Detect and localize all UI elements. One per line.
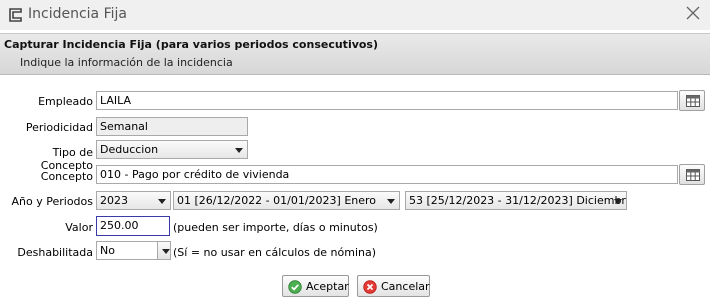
accept-button[interactable]: Aceptar <box>282 275 349 297</box>
valor-input[interactable]: 250.00 <box>96 216 170 236</box>
deshabilitada-dropdown-button[interactable] <box>157 241 171 260</box>
lookup-table-icon <box>686 95 700 107</box>
app-bracket-icon <box>9 8 22 22</box>
tipo-concepto-select[interactable]: Deduccion <box>96 140 248 159</box>
year-select[interactable]: 2023 <box>96 191 171 210</box>
valor-label: Valor <box>65 221 93 234</box>
lookup-table-icon <box>686 169 700 181</box>
concepto-lookup-button[interactable] <box>679 164 705 185</box>
year-value: 2023 <box>100 194 128 207</box>
anio-periodos-label: Año y Periodos <box>11 195 94 208</box>
title-bar: Incidencia Fija <box>0 0 710 30</box>
accept-label: Aceptar <box>306 280 349 293</box>
check-circle-icon <box>288 280 302 294</box>
deshabilitada-combo[interactable]: No <box>96 241 158 260</box>
period-end-value: 53 [25/12/2023 - 31/12/2023] Diciembre <box>409 194 627 207</box>
dialog-header-title: Capturar Incidencia Fija (para varios pe… <box>4 38 379 51</box>
deshabilitada-label: Deshabilitada <box>17 246 93 259</box>
dialog-header: Capturar Incidencia Fija (para varios pe… <box>0 33 710 75</box>
chevron-down-icon <box>162 249 170 254</box>
close-icon[interactable] <box>686 6 700 20</box>
cancel-circle-icon <box>363 280 377 294</box>
tipo-concepto-value: Deduccion <box>100 143 159 156</box>
tipo-concepto-label: Tipo de Concepto <box>40 146 93 172</box>
periodicidad-label: Periodicidad <box>25 121 93 134</box>
period-start-value: 01 [26/12/2022 - 01/01/2023] Enero <box>177 194 377 207</box>
chevron-down-icon <box>614 199 622 204</box>
chevron-down-icon <box>235 148 243 153</box>
deshabilitada-hint: (Sí = no usar en cálculos de nómina) <box>173 246 377 259</box>
concepto-label: Concepto <box>40 170 93 183</box>
valor-hint: (pueden ser importe, días o minutos) <box>173 221 378 234</box>
concepto-field[interactable]: 010 - Pago por crédito de vivienda <box>96 165 678 184</box>
period-end-select[interactable]: 53 [25/12/2023 - 31/12/2023] Diciembre <box>405 191 627 210</box>
empleado-field[interactable]: LAILA <box>96 91 678 110</box>
dialog-header-subtitle: Indique la información de la incidencia <box>20 56 233 69</box>
cancel-label: Cancelar <box>381 280 430 293</box>
periodicidad-field: Semanal <box>96 117 248 136</box>
period-start-select[interactable]: 01 [26/12/2022 - 01/01/2023] Enero <box>173 191 400 210</box>
chevron-down-icon <box>158 199 166 204</box>
chevron-down-icon <box>387 199 395 204</box>
cancel-button[interactable]: Cancelar <box>357 275 430 297</box>
window-title: Incidencia Fija <box>28 6 127 22</box>
empleado-label: Empleado <box>38 95 93 108</box>
empleado-lookup-button[interactable] <box>679 90 705 111</box>
